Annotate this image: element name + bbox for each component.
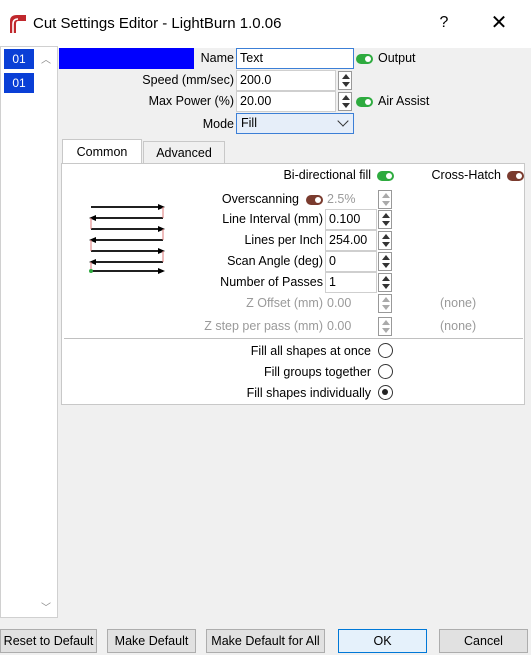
- fill-groups-together-label: Fill groups together: [263, 365, 371, 379]
- z-offset-value: 0.00: [327, 296, 352, 310]
- max-power-spinner[interactable]: [338, 92, 352, 111]
- output-label: Output: [378, 51, 416, 65]
- output-toggle[interactable]: [356, 54, 373, 64]
- number-of-passes-spinner[interactable]: [378, 273, 392, 292]
- speed-input[interactable]: 200.0: [236, 70, 336, 91]
- air-assist-toggle[interactable]: [356, 97, 373, 107]
- make-default-button[interactable]: Make Default: [107, 629, 196, 653]
- overscanning-value: 2.5%: [327, 192, 356, 206]
- cross-hatch-toggle[interactable]: [507, 171, 524, 181]
- z-step-label: Z step per pass (mm): [204, 319, 323, 333]
- divider: [64, 338, 523, 339]
- fill-all-at-once-radio[interactable]: [378, 343, 393, 358]
- max-power-input[interactable]: 20.00: [236, 91, 336, 112]
- tab-advanced[interactable]: Advanced: [143, 141, 225, 164]
- scroll-down-icon[interactable]: ﹀: [39, 599, 53, 614]
- chevron-down-icon: [337, 115, 349, 127]
- z-step-note: (none): [440, 319, 477, 333]
- reset-to-default-button[interactable]: Reset to Default: [0, 629, 97, 653]
- z-offset-note: (none): [440, 296, 477, 310]
- lines-per-inch-input[interactable]: 254.00: [325, 230, 377, 251]
- name-label: Name: [200, 51, 234, 65]
- z-offset-spinner[interactable]: [378, 294, 392, 313]
- speed-label: Speed (mm/sec): [142, 73, 234, 87]
- fill-shapes-individually-radio[interactable]: [378, 385, 393, 400]
- line-interval-input[interactable]: 0.100: [325, 209, 377, 230]
- bidirectional-fill-toggle[interactable]: [377, 171, 394, 181]
- ok-button[interactable]: OK: [338, 629, 427, 653]
- overscanning-label: Overscanning: [221, 192, 299, 206]
- air-assist-label: Air Assist: [378, 94, 430, 108]
- scan-angle-spinner[interactable]: [378, 252, 392, 271]
- overscanning-spinner[interactable]: [378, 190, 392, 209]
- lightburn-app-icon: [8, 13, 28, 35]
- line-interval-spinner[interactable]: [378, 210, 392, 229]
- help-button[interactable]: ?: [433, 10, 455, 36]
- line-interval-label: Line Interval (mm): [222, 212, 323, 226]
- speed-spinner[interactable]: [338, 71, 352, 90]
- bidirectional-fill-label: Bi-directional fill: [283, 168, 371, 182]
- fill-all-at-once-label: Fill all shapes at once: [250, 344, 371, 358]
- overscanning-toggle[interactable]: [306, 195, 323, 205]
- max-power-label: Max Power (%): [148, 94, 234, 108]
- scan-preview-icon: [85, 199, 170, 277]
- lines-per-inch-label: Lines per Inch: [244, 233, 323, 247]
- window-title: Cut Settings Editor - LightBurn 1.0.06: [33, 15, 282, 32]
- name-input[interactable]: Text: [236, 48, 354, 69]
- fill-groups-together-radio[interactable]: [378, 364, 393, 379]
- cancel-button[interactable]: Cancel: [439, 629, 528, 653]
- mode-select-value: Fill: [241, 116, 257, 130]
- layer-item[interactable]: 01: [4, 49, 34, 69]
- layer-list[interactable]: 01 01 ︿ ﹀: [0, 46, 58, 618]
- scan-angle-label: Scan Angle (deg): [227, 254, 323, 268]
- scan-angle-input[interactable]: 0: [325, 251, 377, 272]
- number-of-passes-input[interactable]: 1: [325, 272, 377, 293]
- mode-label: Mode: [202, 117, 234, 131]
- tab-common[interactable]: Common: [62, 139, 142, 164]
- close-button[interactable]: ✕: [485, 8, 513, 38]
- make-default-for-all-button[interactable]: Make Default for All: [206, 629, 325, 653]
- layer-item[interactable]: 01: [4, 73, 34, 93]
- number-of-passes-label: Number of Passes: [220, 275, 323, 289]
- z-step-spinner[interactable]: [378, 317, 392, 336]
- z-offset-label: Z Offset (mm): [246, 296, 323, 310]
- cross-hatch-label: Cross-Hatch: [431, 168, 501, 182]
- scroll-up-icon[interactable]: ︿: [39, 51, 53, 66]
- lines-per-inch-spinner[interactable]: [378, 231, 392, 250]
- z-step-value: 0.00: [327, 319, 352, 333]
- mode-select[interactable]: Fill: [236, 113, 354, 134]
- fill-shapes-individually-label: Fill shapes individually: [246, 386, 371, 400]
